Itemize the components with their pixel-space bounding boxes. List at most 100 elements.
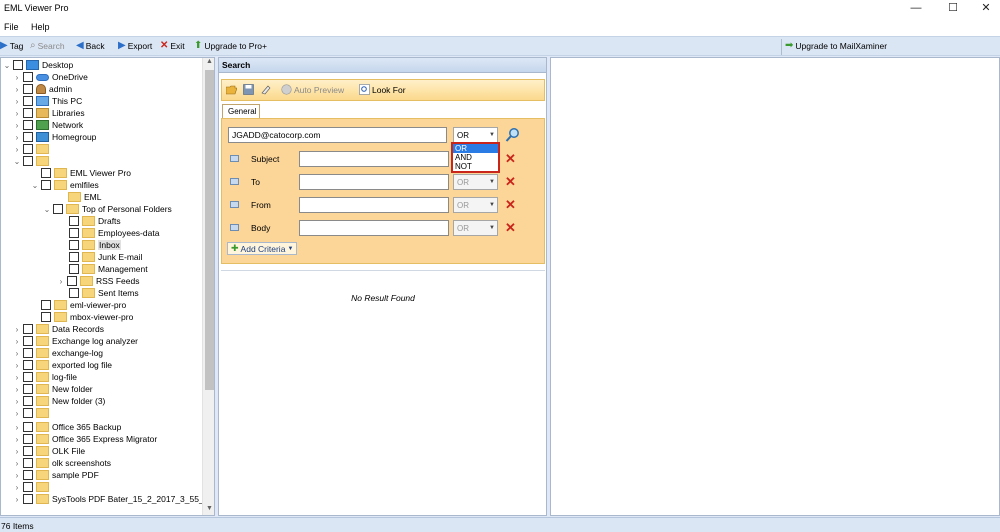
tree-item[interactable]: › Office 365 Express Migrator <box>13 433 157 445</box>
tree-item[interactable]: › RSS Feeds <box>57 275 139 287</box>
tree-item[interactable]: › <box>13 407 52 419</box>
body-operator-select[interactable]: OR ▼ <box>453 220 498 236</box>
scroll-down-icon[interactable]: ▼ <box>203 505 214 515</box>
tree-item[interactable]: Drafts <box>59 215 121 227</box>
checkbox[interactable] <box>23 458 33 468</box>
scroll-up-icon[interactable]: ▲ <box>203 58 214 68</box>
body-field[interactable] <box>299 220 449 236</box>
email-operator-select[interactable]: OR ▼ <box>453 127 498 143</box>
email-field[interactable]: JGADD@catocorp.com <box>228 127 447 143</box>
look-for-button[interactable]: Look For <box>359 84 406 95</box>
auto-preview-button[interactable]: Auto Preview <box>281 84 344 95</box>
menu-file[interactable]: File <box>4 22 19 32</box>
tree-item[interactable]: ⌄ <box>13 155 52 167</box>
checkbox[interactable] <box>23 132 33 142</box>
collapse-icon[interactable]: ⌄ <box>31 181 39 190</box>
tree-item[interactable]: ⌄ Desktop <box>3 59 73 71</box>
tree-item[interactable]: › exported log file <box>13 359 112 371</box>
checkbox[interactable] <box>23 336 33 346</box>
tree-item[interactable]: › SysTools PDF Bater_15_2_2017_3_55_1 <box>13 493 208 505</box>
tree-item[interactable]: Management <box>59 263 148 275</box>
checkbox[interactable] <box>23 422 33 432</box>
tree-item[interactable]: › olk screenshots <box>13 457 111 469</box>
checkbox[interactable] <box>23 372 33 382</box>
expand-icon[interactable]: › <box>13 325 21 334</box>
tree-item[interactable]: › admin <box>13 83 72 95</box>
checkbox[interactable] <box>67 276 77 286</box>
expand-icon[interactable]: › <box>13 109 21 118</box>
tree-item[interactable]: EML Viewer Pro <box>31 167 131 179</box>
tree-item-selected[interactable]: Inbox <box>59 239 121 251</box>
from-operator-select[interactable]: OR ▼ <box>453 197 498 213</box>
expand-icon[interactable]: › <box>13 471 21 480</box>
export-button[interactable]: ▶ Export <box>118 41 152 52</box>
checkbox[interactable] <box>69 288 79 298</box>
expand-icon[interactable]: › <box>13 483 21 492</box>
tree-item[interactable]: › Office 365 Backup <box>13 421 121 433</box>
expand-icon[interactable]: › <box>13 423 21 432</box>
tree-scrollbar[interactable]: ▲ ▼ <box>202 58 214 515</box>
expand-icon[interactable]: › <box>13 435 21 444</box>
dropdown-option-not[interactable]: NOT <box>453 162 498 171</box>
remove-criteria-icon[interactable]: ✕ <box>505 174 516 190</box>
expand-icon[interactable]: › <box>13 121 21 130</box>
close-button[interactable]: ✕ <box>968 0 1000 18</box>
tree-item[interactable]: EML <box>45 191 101 203</box>
expand-icon[interactable]: › <box>13 495 21 504</box>
expand-icon[interactable]: › <box>13 73 21 82</box>
tree-item[interactable]: › This PC <box>13 95 82 107</box>
checkbox[interactable] <box>23 120 33 130</box>
add-criteria-button[interactable]: ✚ Add Criteria ▼ <box>227 242 298 255</box>
checkbox[interactable] <box>23 482 33 492</box>
expand-icon[interactable]: › <box>13 385 21 394</box>
checkbox[interactable] <box>23 108 33 118</box>
checkbox[interactable] <box>23 408 33 418</box>
expand-icon[interactable]: › <box>13 337 21 346</box>
checkbox[interactable] <box>23 494 33 504</box>
expand-icon[interactable]: › <box>57 277 65 286</box>
menu-help[interactable]: Help <box>31 22 50 32</box>
to-operator-select[interactable]: OR ▼ <box>453 174 498 190</box>
search-icon[interactable] <box>505 127 520 143</box>
tree-item[interactable]: Sent Items <box>59 287 139 299</box>
expand-icon[interactable]: › <box>13 349 21 358</box>
tree-item[interactable]: › Data Records <box>13 323 104 335</box>
tree-item[interactable]: ⌄ emlfiles <box>31 179 99 191</box>
checkbox[interactable] <box>41 312 51 322</box>
tree-item[interactable]: Junk E-mail <box>59 251 142 263</box>
checkbox[interactable] <box>41 300 51 310</box>
tree-item[interactable]: eml-viewer-pro <box>31 299 126 311</box>
tree-item[interactable]: › OneDrive <box>13 71 88 83</box>
expand-icon[interactable]: › <box>13 133 21 142</box>
search-button[interactable]: ⌕ Search <box>30 41 65 52</box>
tree-item[interactable]: › Homegroup <box>13 131 96 143</box>
checkbox[interactable] <box>23 446 33 456</box>
expand-icon[interactable]: › <box>13 145 21 154</box>
checkbox[interactable] <box>53 204 63 214</box>
checkbox[interactable] <box>23 324 33 334</box>
checkbox[interactable] <box>23 470 33 480</box>
upgrade-pro-button[interactable]: ⬆ Upgrade to Pro+ <box>194 41 267 52</box>
expand-icon[interactable]: › <box>13 397 21 406</box>
back-button[interactable]: ◀ Back <box>76 41 105 52</box>
checkbox[interactable] <box>23 434 33 444</box>
dropdown-option-and[interactable]: AND <box>453 153 498 162</box>
checkbox[interactable] <box>69 228 79 238</box>
checkbox[interactable] <box>23 144 33 154</box>
tree-item[interactable]: › Exchange log analyzer <box>13 335 138 347</box>
minimize-button[interactable]: — <box>898 0 934 18</box>
expand-icon[interactable]: › <box>13 409 21 418</box>
checkbox[interactable] <box>23 396 33 406</box>
checkbox[interactable] <box>23 72 33 82</box>
expand-icon[interactable]: › <box>13 97 21 106</box>
scrollbar-thumb[interactable] <box>205 70 214 390</box>
checkbox[interactable] <box>23 348 33 358</box>
expand-icon[interactable]: › <box>13 85 21 94</box>
expand-icon[interactable]: › <box>13 447 21 456</box>
checkbox[interactable] <box>13 60 23 70</box>
folder-tree[interactable]: ⌄ Desktop › OneDrive › admin › This PC › Libr… <box>0 57 215 516</box>
collapse-icon[interactable]: ⌄ <box>3 61 11 70</box>
tree-item[interactable]: › log-file <box>13 371 77 383</box>
tree-item[interactable]: Employees-data <box>59 227 159 239</box>
remove-criteria-icon[interactable]: ✕ <box>505 151 516 167</box>
